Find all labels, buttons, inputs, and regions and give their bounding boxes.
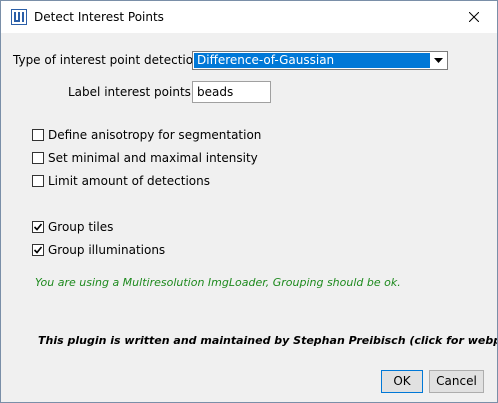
intensity-checkbox[interactable]	[32, 152, 44, 164]
title-bar[interactable]: Detect Interest Points	[1, 1, 497, 33]
group-illuminations-label: Group illuminations	[48, 243, 166, 257]
close-button[interactable]	[451, 1, 497, 33]
detection-type-select[interactable]: Difference-of-Gaussian	[192, 51, 448, 70]
anisotropy-option[interactable]: Define anisotropy for segmentation	[32, 127, 261, 143]
ok-button[interactable]: OK	[381, 370, 423, 393]
author-webpage-link[interactable]: This plugin is written and maintained by…	[38, 334, 497, 347]
dialog-content: Type of interest point detection Differe…	[1, 33, 497, 402]
limit-detections-checkbox[interactable]	[32, 175, 44, 187]
grouping-info-message: You are using a Multiresolution ImgLoade…	[35, 276, 401, 289]
anisotropy-checkbox[interactable]	[32, 129, 44, 141]
imagej-icon	[11, 9, 27, 25]
limit-detections-option[interactable]: Limit amount of detections	[32, 173, 210, 189]
intensity-label: Set minimal and maximal intensity	[48, 151, 258, 165]
detection-type-value: Difference-of-Gaussian	[194, 53, 430, 68]
group-tiles-checkbox[interactable]	[32, 221, 44, 233]
limit-detections-label: Limit amount of detections	[48, 174, 210, 188]
window-title: Detect Interest Points	[34, 10, 164, 24]
anisotropy-label: Define anisotropy for segmentation	[48, 128, 262, 142]
group-illuminations-checkbox[interactable]	[32, 244, 44, 256]
group-tiles-option[interactable]: Group tiles	[32, 219, 113, 235]
label-interest-points-input[interactable]: beads	[192, 81, 271, 103]
checkmark-icon	[33, 223, 43, 231]
dialog-window: Detect Interest Points Type of interest …	[0, 0, 498, 403]
checkmark-icon	[33, 246, 43, 254]
label-interest-points-label: Label interest points	[68, 85, 191, 99]
group-illuminations-option[interactable]: Group illuminations	[32, 242, 165, 258]
detection-type-label: Type of interest point detection	[13, 53, 201, 67]
close-icon	[469, 12, 479, 22]
group-tiles-label: Group tiles	[48, 220, 114, 234]
chevron-down-icon[interactable]	[430, 52, 447, 69]
intensity-option[interactable]: Set minimal and maximal intensity	[32, 150, 258, 166]
cancel-button[interactable]: Cancel	[429, 370, 484, 393]
